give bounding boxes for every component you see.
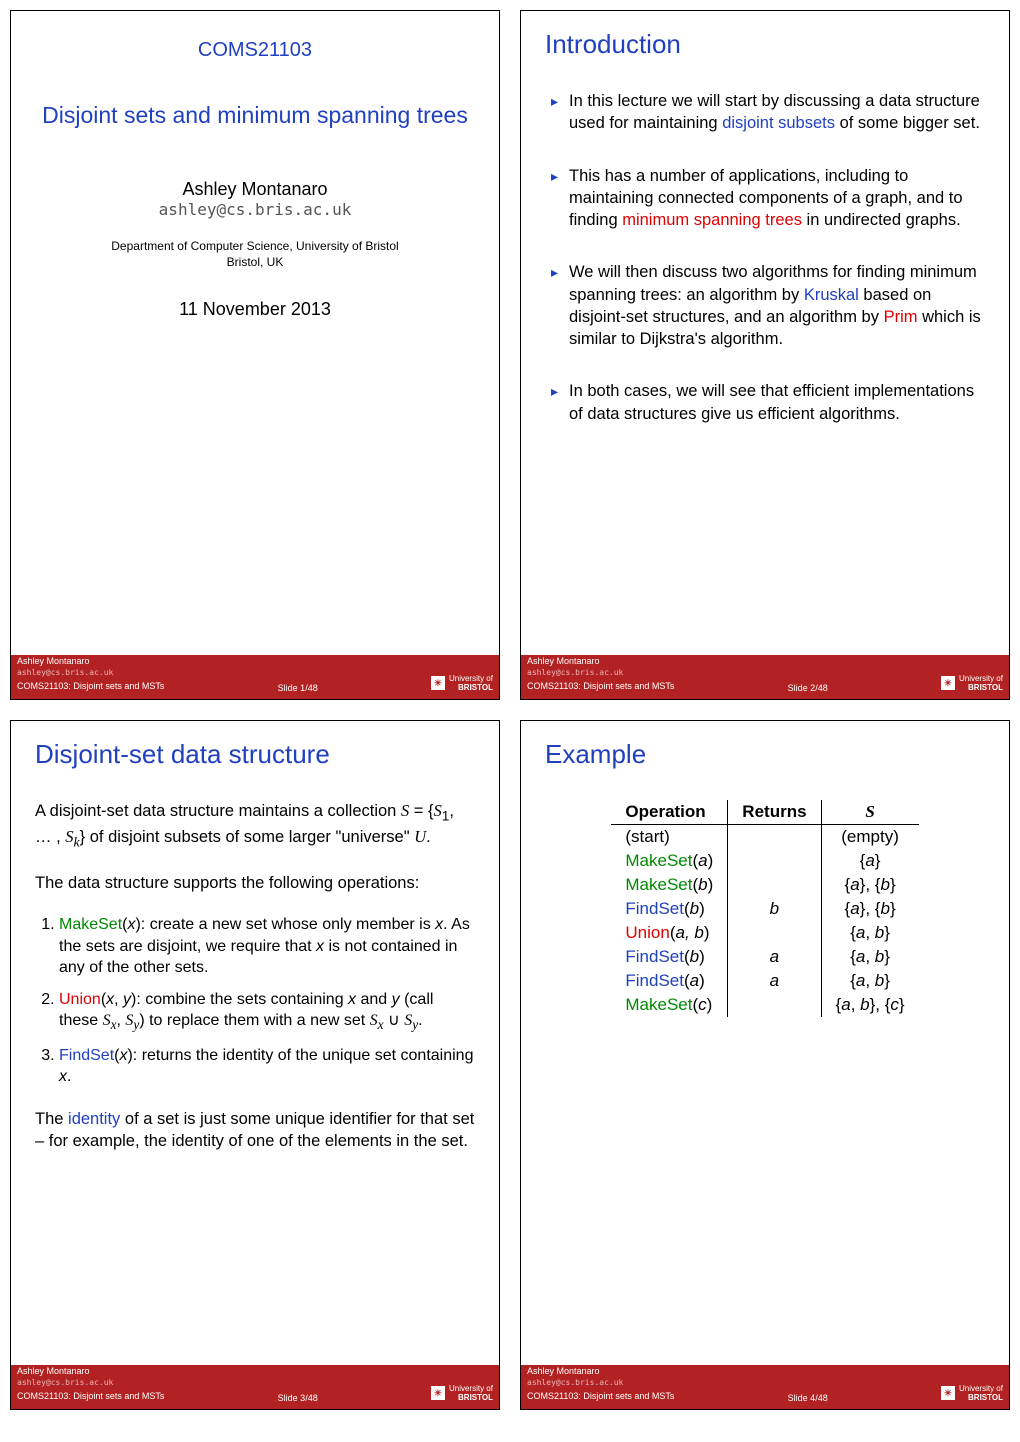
footer-course: COMS21103: Disjoint sets and MSTs xyxy=(527,1390,674,1403)
slide-title: Introduction xyxy=(545,29,985,60)
uni-line2: BRISTOL xyxy=(458,1393,493,1402)
slide-number: Slide 2/48 xyxy=(788,683,828,693)
footer-author: Ashley Montanaro xyxy=(527,1365,674,1378)
intro-bullets: In this lecture we will start by discuss… xyxy=(545,90,985,425)
footer-author: Ashley Montanaro xyxy=(17,1365,164,1378)
operations-list: MakeSet(x): create a new set whose only … xyxy=(35,914,475,1088)
table-row: (start)(empty) xyxy=(611,825,918,850)
department-line2: Bristol, UK xyxy=(35,255,475,269)
table-row: MakeSet(c){a, b}, {c} xyxy=(611,993,918,1017)
footer-email: ashley@cs.bris.ac.uk xyxy=(527,1377,674,1388)
footer-email: ashley@cs.bris.ac.uk xyxy=(527,667,674,678)
slide-1: COMS21103 Disjoint sets and minimum span… xyxy=(10,10,500,700)
footer-email: ashley@cs.bris.ac.uk xyxy=(17,667,164,678)
bullet-2: This has a number of applications, inclu… xyxy=(551,165,985,232)
university-logo: ☀ University of BRISTOL xyxy=(941,674,1003,693)
uni-line1: University of xyxy=(449,1384,493,1393)
footer-course: COMS21103: Disjoint sets and MSTs xyxy=(527,680,674,693)
op-union: Union(x, y): combine the sets containing… xyxy=(59,989,475,1035)
slide-number: Slide 3/48 xyxy=(278,1393,318,1403)
slide-footer: Ashley Montanaro ashley@cs.bris.ac.uk CO… xyxy=(11,1365,499,1409)
example-table: Operation Returns S (start)(empty) MakeS… xyxy=(611,800,918,1017)
sun-icon: ☀ xyxy=(941,1386,955,1400)
col-returns: Returns xyxy=(728,800,821,825)
uni-line2: BRISTOL xyxy=(458,683,493,692)
lecture-date: 11 November 2013 xyxy=(35,299,475,320)
table-row: FindSet(b)a{a, b} xyxy=(611,945,918,969)
footer-email: ashley@cs.bris.ac.uk xyxy=(17,1377,164,1388)
slide-footer: Ashley Montanaro ashley@cs.bris.ac.uk CO… xyxy=(521,655,1009,699)
slide-grid: COMS21103 Disjoint sets and minimum span… xyxy=(10,10,1010,1410)
intro-paragraph: A disjoint-set data structure maintains … xyxy=(35,800,475,852)
table-row: MakeSet(a){a} xyxy=(611,849,918,873)
uni-line2: BRISTOL xyxy=(968,683,1003,692)
university-logo: ☀ University of BRISTOL xyxy=(431,1384,493,1403)
author-name: Ashley Montanaro xyxy=(35,179,475,200)
table-row: FindSet(b)b{a}, {b} xyxy=(611,897,918,921)
bullet-4: In both cases, we will see that efficien… xyxy=(551,380,985,425)
department-line1: Department of Computer Science, Universi… xyxy=(35,239,475,253)
bullet-3: We will then discuss two algorithms for … xyxy=(551,261,985,350)
slide-title: Disjoint-set data structure xyxy=(35,739,475,770)
footer-author: Ashley Montanaro xyxy=(527,655,674,668)
col-s: S xyxy=(821,800,919,825)
university-logo: ☀ University of BRISTOL xyxy=(941,1384,1003,1403)
col-operation: Operation xyxy=(611,800,727,825)
footer-author: Ashley Montanaro xyxy=(17,655,164,668)
footer-course: COMS21103: Disjoint sets and MSTs xyxy=(17,680,164,693)
identity-paragraph: The identity of a set is just some uniqu… xyxy=(35,1108,475,1153)
slide-number: Slide 4/48 xyxy=(788,1393,828,1403)
slide-footer: Ashley Montanaro ashley@cs.bris.ac.uk CO… xyxy=(11,655,499,699)
table-row: MakeSet(b){a}, {b} xyxy=(611,873,918,897)
footer-course: COMS21103: Disjoint sets and MSTs xyxy=(17,1390,164,1403)
sun-icon: ☀ xyxy=(941,676,955,690)
slide-4: Example Operation Returns S (start)(empt… xyxy=(520,720,1010,1410)
lecture-title: Disjoint sets and minimum spanning trees xyxy=(35,102,475,129)
slide-title: Example xyxy=(545,739,985,770)
university-logo: ☀ University of BRISTOL xyxy=(431,674,493,693)
ops-lead: The data structure supports the followin… xyxy=(35,872,475,894)
op-makeset: MakeSet(x): create a new set whose only … xyxy=(59,914,475,979)
slide-footer: Ashley Montanaro ashley@cs.bris.ac.uk CO… xyxy=(521,1365,1009,1409)
table-row: Union(a, b){a, b} xyxy=(611,921,918,945)
uni-line1: University of xyxy=(959,674,1003,683)
uni-line2: BRISTOL xyxy=(968,1393,1003,1402)
slide-3: Disjoint-set data structure A disjoint-s… xyxy=(10,720,500,1410)
uni-line1: University of xyxy=(449,674,493,683)
op-findset: FindSet(x): returns the identity of the … xyxy=(59,1045,475,1088)
bullet-1: In this lecture we will start by discuss… xyxy=(551,90,985,135)
slide-number: Slide 1/48 xyxy=(278,683,318,693)
course-code: COMS21103 xyxy=(35,39,475,62)
slide-2: Introduction In this lecture we will sta… xyxy=(520,10,1010,700)
uni-line1: University of xyxy=(959,1384,1003,1393)
sun-icon: ☀ xyxy=(431,676,445,690)
sun-icon: ☀ xyxy=(431,1386,445,1400)
author-email: ashley@cs.bris.ac.uk xyxy=(35,200,475,219)
table-row: FindSet(a)a{a, b} xyxy=(611,969,918,993)
